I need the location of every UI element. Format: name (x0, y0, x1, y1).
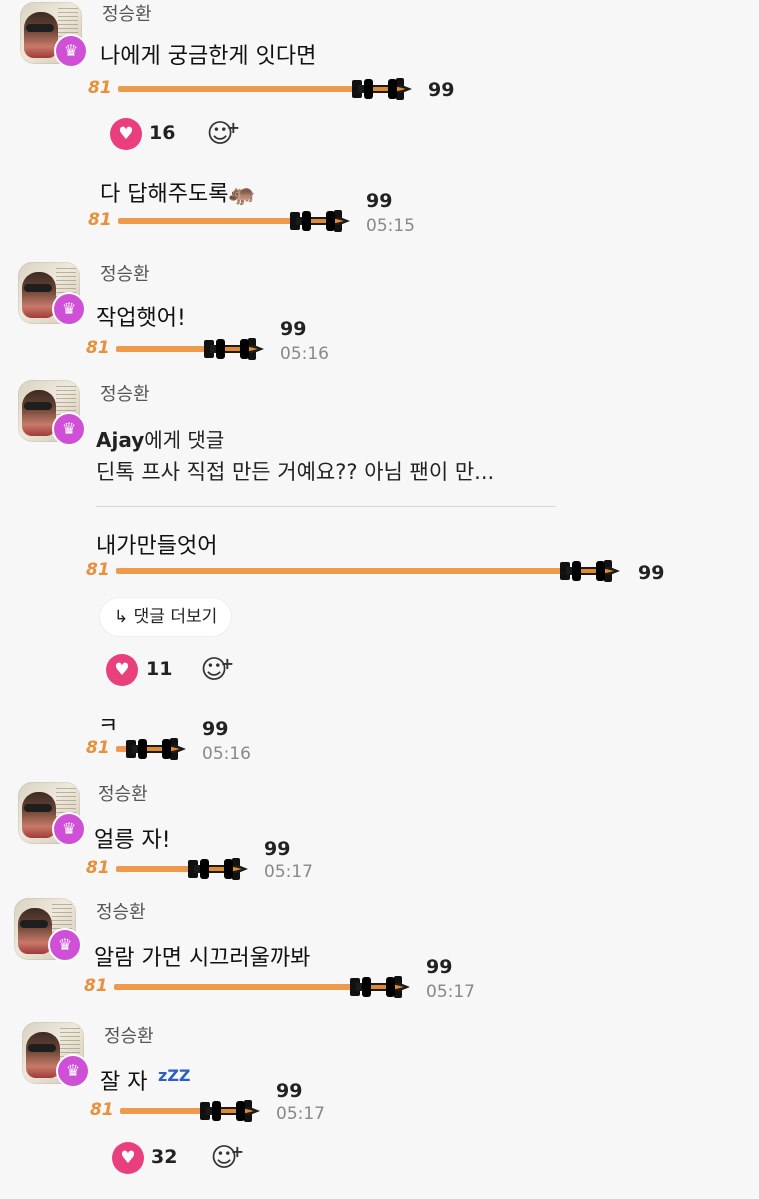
author-name: 정승환 (104, 1026, 154, 1047)
level-end: 99 (276, 1080, 303, 1102)
level-progress-bar (116, 346, 208, 352)
add-reaction-icon[interactable]: ☺ + (204, 118, 240, 150)
level-end: 99 (426, 956, 453, 978)
crown-icon: ♛ (48, 928, 82, 962)
author-name: 정승환 (102, 4, 152, 25)
timestamp: 05:17 (264, 862, 313, 882)
add-reaction-icon[interactable]: ☺ + (198, 654, 234, 686)
level-start: 81 (86, 858, 110, 878)
avatar[interactable]: ♛ (18, 262, 86, 326)
level-start: 81 (88, 210, 112, 230)
like-count: 16 (149, 122, 176, 144)
more-replies-label: 댓글 더보기 (133, 607, 218, 627)
add-reaction-icon[interactable]: ☺ + (208, 1142, 244, 1174)
level-progress-bar (120, 1108, 204, 1114)
level-progress-bar (118, 218, 294, 224)
author-name: 정승환 (98, 784, 148, 805)
level-progress-bar (116, 568, 564, 574)
avatar[interactable]: ♛ (18, 380, 86, 446)
crown-icon: ♛ (52, 292, 86, 326)
race-car-icon (352, 78, 412, 100)
level-end: 99 (638, 562, 665, 584)
level-start: 81 (90, 1100, 114, 1120)
sleep-zzz: zZZ (158, 1066, 191, 1085)
level-end: 99 (280, 318, 307, 340)
level-progress-bar (116, 866, 192, 872)
level-progress-bar (118, 86, 358, 92)
timestamp: 05:17 (276, 1104, 325, 1124)
author-name: 정승환 (100, 264, 150, 285)
crown-icon: ♛ (54, 34, 88, 68)
race-car-icon (560, 560, 620, 582)
heart-icon[interactable]: ♥ (112, 1142, 144, 1174)
author-name: 정승환 (96, 902, 146, 923)
race-car-icon (188, 858, 248, 880)
message-text: 알람 가면 시끄러울까봐 (94, 946, 311, 971)
more-replies-button[interactable]: ↳ 댓글 더보기 (100, 598, 232, 636)
crown-icon: ♛ (56, 1054, 90, 1088)
level-progress-bar (114, 984, 354, 990)
avatar[interactable]: ♛ (20, 2, 88, 68)
heart-icon[interactable]: ♥ (106, 654, 138, 686)
heart-icon[interactable]: ♥ (110, 118, 142, 150)
message-text: 작업햇어! (96, 306, 186, 331)
level-start: 81 (88, 78, 112, 98)
avatar[interactable]: ♛ (22, 1022, 90, 1088)
like-count: 11 (146, 658, 173, 680)
like-count: 32 (151, 1146, 178, 1168)
timestamp: 05:17 (426, 982, 475, 1002)
level-end: 99 (428, 79, 455, 101)
crown-icon: ♛ (52, 812, 86, 846)
level-start: 81 (84, 976, 108, 996)
race-car-icon (350, 976, 410, 998)
level-end: 99 (264, 838, 291, 860)
message-text: 잘 자 (100, 1070, 148, 1095)
message-text: 다 답해주도록🦛 (100, 182, 256, 207)
avatar[interactable]: ♛ (18, 782, 86, 846)
reply-preview[interactable]: 딘톡 프사 직접 만든 거예요?? 아님 팬이 만... (96, 456, 494, 486)
author-name: 정승환 (100, 384, 150, 405)
race-car-icon (204, 338, 264, 360)
avatar[interactable]: ♛ (14, 898, 82, 962)
reply-suffix: 에게 댓글 (144, 428, 225, 452)
level-start: 81 (86, 560, 110, 580)
message-text: 내가만들엇어 (96, 534, 218, 559)
timestamp: 05:16 (202, 744, 251, 764)
timestamp: 05:15 (366, 216, 415, 236)
divider (96, 506, 556, 507)
message-text: ㅋ (98, 714, 119, 739)
level-start: 81 (86, 738, 110, 758)
message-text: 얼릉 자! (94, 828, 171, 853)
timestamp: 05:16 (280, 344, 329, 364)
reply-header: Ajay에게 댓글 (96, 424, 224, 453)
level-end: 99 (202, 718, 229, 740)
reply-target-name: Ajay (96, 428, 145, 452)
message-text: 나에게 궁금한게 잇다면 (100, 44, 317, 69)
level-end: 99 (366, 190, 393, 212)
race-car-icon (126, 738, 186, 760)
race-car-icon (200, 1100, 260, 1122)
race-car-icon (290, 210, 350, 232)
level-start: 81 (86, 338, 110, 358)
reply-arrow-icon: ↳ (114, 607, 129, 627)
crown-icon: ♛ (52, 412, 86, 446)
